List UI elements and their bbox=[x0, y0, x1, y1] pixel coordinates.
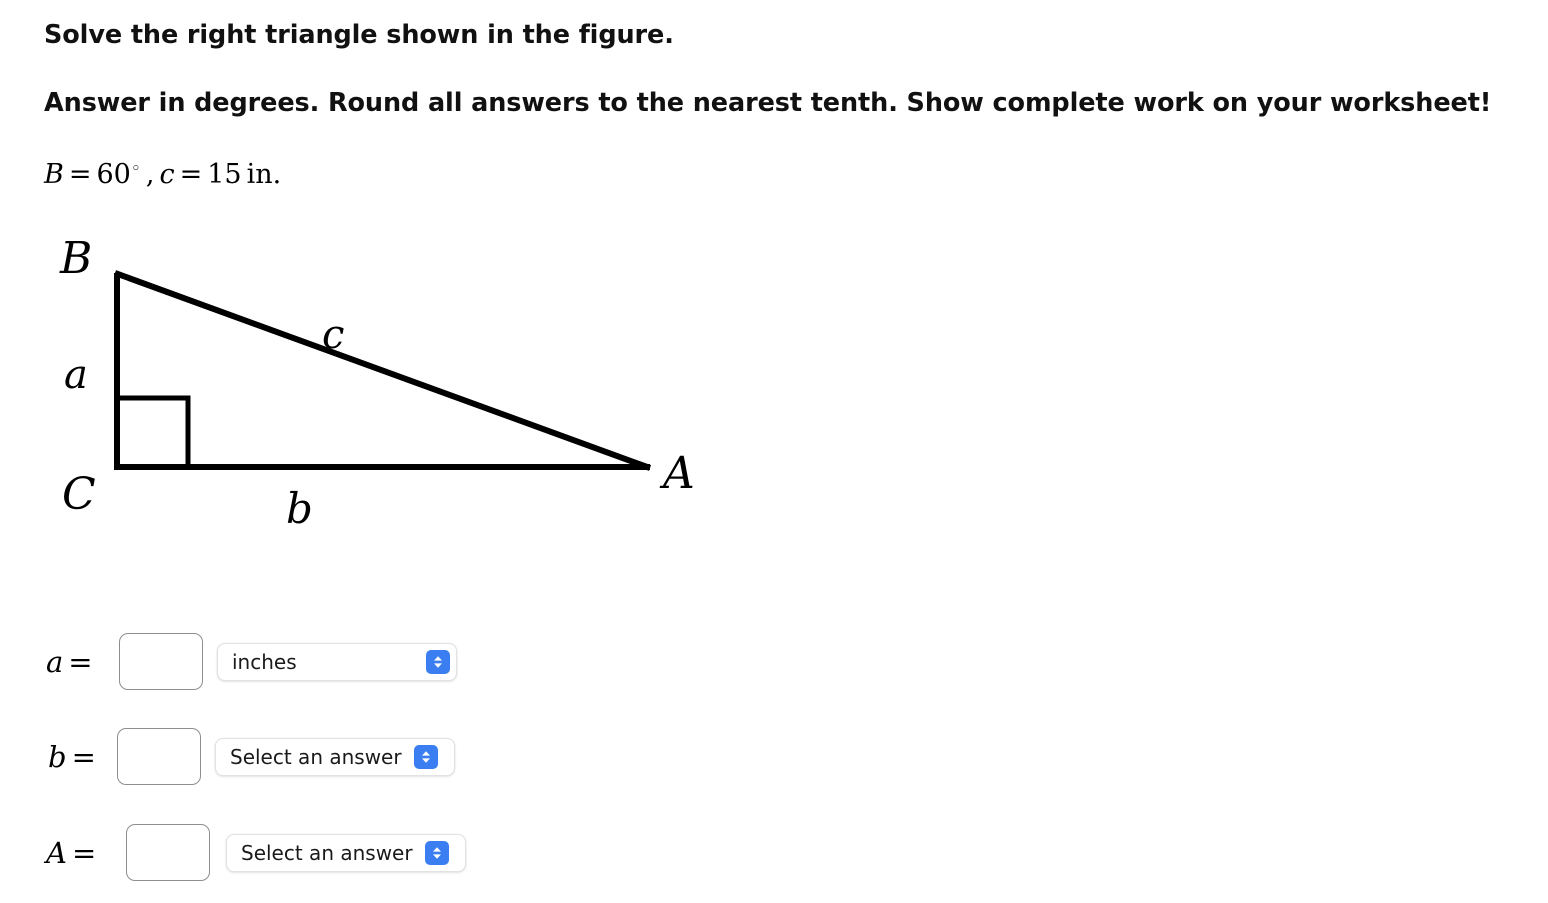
problem-instruction-line-1: Solve the right triangle shown in the fi… bbox=[44, 20, 674, 50]
answer-fields: a = inches b = Select an answer A = Sele… bbox=[0, 615, 700, 903]
answer-row-A: A = Select an answer bbox=[0, 807, 700, 903]
right-angle-marker-icon bbox=[117, 395, 191, 467]
triangle-side-label-b: b bbox=[286, 484, 313, 533]
given-angle-variable: B bbox=[44, 159, 64, 190]
chevron-updown-icon[interactable] bbox=[413, 745, 438, 769]
answer-label-a-equals: = bbox=[68, 645, 93, 679]
answer-label-A-equals: = bbox=[71, 836, 97, 870]
problem-statement: Solve the right triangle shown in the fi… bbox=[44, 8, 1492, 192]
triangle-vertex-label-B: B bbox=[60, 233, 93, 284]
degree-symbol-icon: ◦ bbox=[130, 159, 141, 179]
given-unit: in. bbox=[246, 159, 282, 190]
triangle-vertex-label-A: A bbox=[663, 448, 695, 499]
given-side-value: 15 bbox=[207, 159, 242, 190]
unit-select-A-value: Select an answer bbox=[241, 841, 413, 865]
answer-row-a: a = inches bbox=[0, 615, 700, 711]
unit-select-A[interactable]: Select an answer bbox=[226, 834, 466, 872]
triangle-vertex-label-C: C bbox=[62, 469, 96, 520]
given-equals-2: = bbox=[179, 159, 203, 190]
triangle-side-label-a: a bbox=[64, 352, 88, 398]
answer-label-A: A = bbox=[46, 839, 101, 868]
answer-label-b-equals: = bbox=[71, 740, 96, 774]
triangle-side-label-c: c bbox=[322, 312, 345, 358]
chevron-updown-icon[interactable] bbox=[424, 841, 449, 865]
given-comma: , bbox=[145, 159, 155, 190]
problem-instruction-line-2: Answer in degrees. Round all answers to … bbox=[44, 88, 1492, 118]
given-side-variable: c bbox=[159, 159, 175, 190]
given-values: B = 60◦, c = 15 in. bbox=[44, 152, 1464, 192]
given-equals-1: = bbox=[68, 159, 92, 190]
answer-input-b[interactable] bbox=[117, 728, 201, 785]
answer-row-b: b = Select an answer bbox=[0, 711, 700, 807]
triangle-drawing bbox=[113, 270, 652, 471]
unit-select-b[interactable]: Select an answer bbox=[215, 738, 455, 776]
right-triangle-figure: B a c C b A bbox=[0, 215, 760, 545]
unit-select-b-value: Select an answer bbox=[230, 745, 402, 769]
triangle-side-c-line bbox=[113, 270, 652, 471]
chevron-updown-icon[interactable] bbox=[426, 650, 450, 674]
answer-label-b: b = bbox=[48, 743, 101, 772]
answer-label-a: a = bbox=[46, 648, 98, 677]
answer-input-A[interactable] bbox=[126, 824, 210, 881]
answer-label-A-variable: A bbox=[46, 836, 67, 870]
answer-label-a-variable: a bbox=[46, 645, 64, 679]
answer-input-a[interactable] bbox=[119, 633, 203, 690]
answer-label-b-variable: b bbox=[48, 740, 67, 774]
given-angle-value: 60 bbox=[96, 159, 131, 190]
unit-select-a[interactable]: inches bbox=[217, 643, 457, 681]
unit-select-a-value: inches bbox=[232, 650, 297, 674]
